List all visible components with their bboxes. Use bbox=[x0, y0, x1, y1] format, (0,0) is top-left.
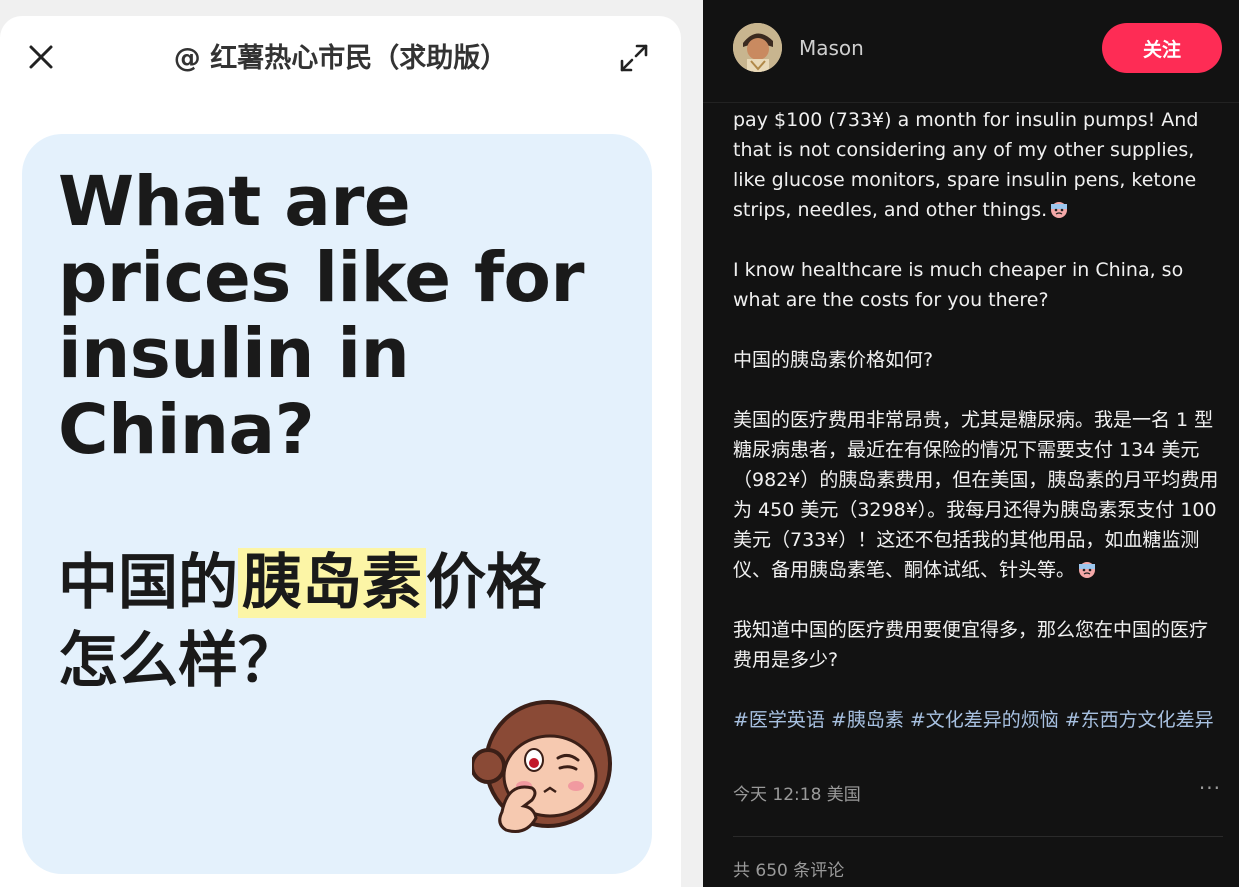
post-content: pay $100 (733¥) a month for insulin pump… bbox=[733, 105, 1223, 757]
paragraph-1: pay $100 (733¥) a month for insulin pump… bbox=[733, 109, 1199, 221]
thinking-monkey-sticker bbox=[470, 694, 622, 844]
zh-highlight: 胰岛素 bbox=[238, 548, 426, 618]
post-meta: 今天 12:18 美国 ··· bbox=[733, 776, 1223, 806]
note-detail-panel: Mason 关注 pay $100 (733¥) a month for ins… bbox=[703, 0, 1239, 887]
author-bar: Mason 关注 bbox=[703, 0, 1239, 103]
tag-link[interactable]: #文化差异的烦恼 bbox=[910, 709, 1059, 731]
image-title: @ 红薯热心市民（求助版） bbox=[173, 43, 508, 74]
chinese-heading: 中国的胰岛素价格 怎么样？ bbox=[58, 544, 628, 700]
tag-link[interactable]: #东西方文化差异 bbox=[1065, 709, 1214, 731]
zh-suffix: 价格 bbox=[426, 548, 546, 618]
author-name[interactable]: Mason bbox=[799, 36, 864, 60]
post-time-location: 今天 12:18 美国 bbox=[733, 785, 861, 805]
zh-line2: 怎么样？ bbox=[58, 626, 298, 696]
tag-link[interactable]: #医学英语 bbox=[733, 709, 825, 731]
paragraph-3: 中国的胰岛素价格如何? bbox=[733, 349, 934, 371]
paragraph-5: 我知道中国的医疗费用要便宜得多，那么您在中国的医疗费用是多少? bbox=[733, 619, 1209, 671]
distressed-face-emoji-icon bbox=[1077, 558, 1097, 578]
follow-button[interactable]: 关注 bbox=[1102, 23, 1222, 73]
question-card: What are prices like for insulin in Chin… bbox=[22, 134, 652, 874]
image-header: @ 红薯热心市民（求助版） bbox=[0, 16, 681, 96]
note-image-panel: @ 红薯热心市民（求助版） What are prices like for i… bbox=[0, 16, 681, 887]
author-avatar[interactable] bbox=[733, 23, 782, 72]
zh-prefix: 中国的 bbox=[58, 548, 238, 618]
tag-link[interactable]: #胰岛素 bbox=[831, 709, 904, 731]
english-heading: What are prices like for insulin in Chin… bbox=[58, 162, 584, 470]
paragraph-2: I know healthcare is much cheaper in Chi… bbox=[733, 259, 1184, 311]
expand-icon[interactable] bbox=[618, 42, 650, 74]
distressed-face-emoji-icon bbox=[1049, 198, 1069, 218]
divider bbox=[733, 836, 1223, 837]
tag-list: #医学英语 #胰岛素 #文化差异的烦恼 #东西方文化差异 bbox=[733, 705, 1223, 735]
more-options-icon[interactable]: ··· bbox=[1199, 776, 1221, 800]
paragraph-4: 美国的医疗费用非常昂贵，尤其是糖尿病。我是一名 1 型糖尿病患者，最近在有保险的… bbox=[733, 409, 1219, 581]
comment-count: 共 650 条评论 bbox=[733, 861, 845, 881]
